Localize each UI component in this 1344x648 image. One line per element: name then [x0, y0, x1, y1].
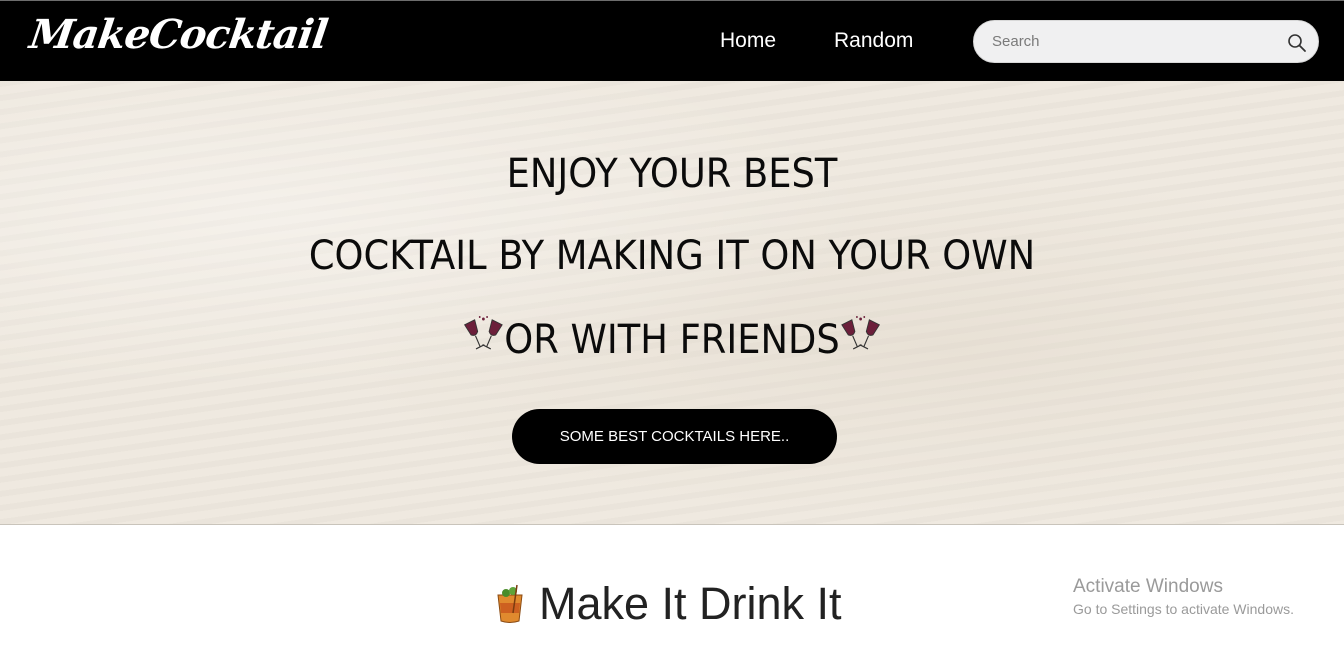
section-title: Make It Drink It — [539, 578, 842, 629]
hero-heading-line3-text: OR WITH FRIENDS — [504, 317, 840, 363]
watermark-subtitle: Go to Settings to activate Windows. — [1073, 601, 1294, 617]
nav-link-random[interactable]: Random — [834, 29, 913, 53]
watermark-title: Activate Windows — [1073, 576, 1223, 597]
navbar: MakeCocktail Home Random — [0, 1, 1344, 81]
best-cocktails-button[interactable]: SOME BEST COCKTAILS HERE.. — [512, 409, 837, 464]
nav-link-home[interactable]: Home — [720, 29, 776, 53]
hero-heading-line2: COCKTAIL BY MAKING IT ON YOUR OWN — [308, 233, 1036, 279]
hero-banner: ENJOY YOUR BEST COCKTAIL BY MAKING IT ON… — [0, 81, 1344, 525]
activate-windows-watermark: Activate Windows Go to Settings to activ… — [1073, 576, 1294, 617]
section-heading: Make It Drink It — [493, 576, 842, 632]
search-box — [973, 20, 1319, 63]
search-icon[interactable] — [1287, 33, 1307, 53]
brand-logo[interactable]: MakeCocktail — [27, 11, 330, 58]
hero-heading-line1: ENJOY YOUR BEST — [506, 151, 838, 197]
search-input[interactable] — [992, 21, 1272, 62]
cocktail-icon — [497, 584, 523, 623]
wine-glasses-icon — [463, 316, 503, 350]
wine-glasses-icon — [841, 316, 881, 350]
hero-heading-line3: OR WITH FRIENDS — [54, 315, 1290, 363]
